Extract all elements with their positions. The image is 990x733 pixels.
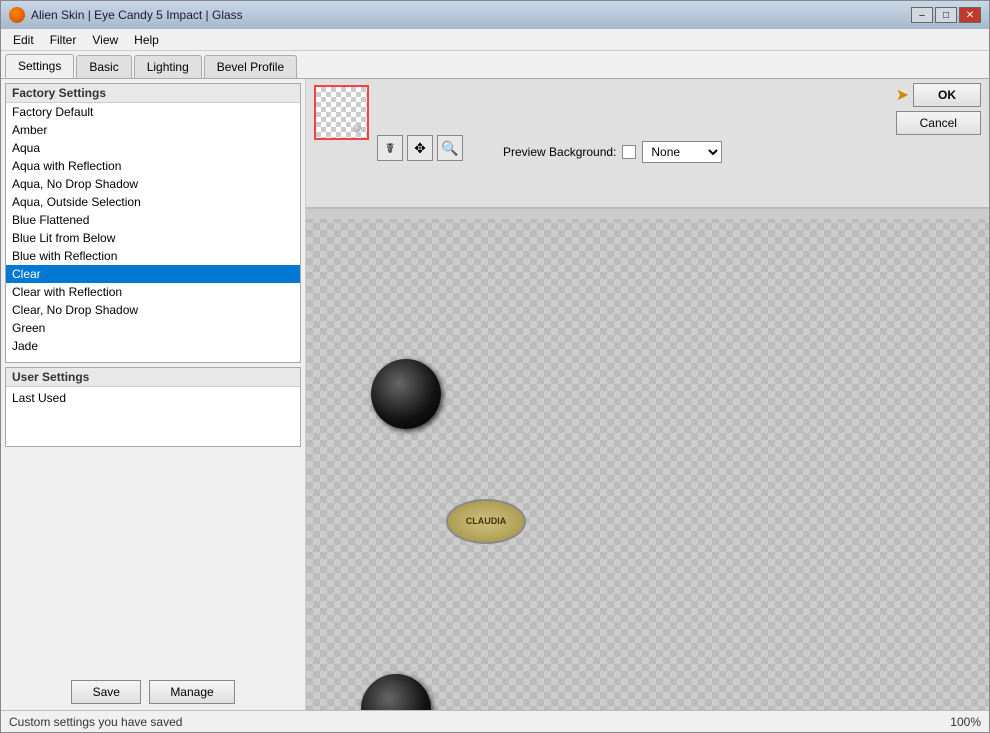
main-window: Alien Skin | Eye Candy 5 Impact | Glass … [0,0,990,733]
preview-bg-label: Preview Background: [503,145,616,159]
glass-ball-2 [361,674,431,710]
app-icon [9,7,25,23]
list-item[interactable]: Amber [6,121,300,139]
bottom-buttons: Save Manage [1,674,305,710]
save-button[interactable]: Save [71,680,141,704]
zoom-level: 100% [950,715,981,729]
list-item[interactable]: Aqua, Outside Selection [6,193,300,211]
list-item-clear-selected[interactable]: Clear [6,265,300,283]
glass-ball-1 [371,359,441,429]
list-item[interactable]: Factory Default [6,103,300,121]
manage-button[interactable]: Manage [149,680,234,704]
ok-cancel-area: ➤ OK Cancel [896,83,981,135]
settings-list-container: Factory Settings Factory Default Amber A… [1,79,305,674]
list-item[interactable]: Opaque Aqua [6,355,300,359]
cancel-button[interactable]: Cancel [896,111,981,135]
factory-settings-group: Factory Settings Factory Default Amber A… [5,83,301,363]
menu-edit[interactable]: Edit [5,31,42,49]
close-button[interactable]: ✕ [959,7,981,23]
preview-strip [306,209,989,219]
title-bar: Alien Skin | Eye Candy 5 Impact | Glass … [1,1,989,29]
maximize-button[interactable]: □ [935,7,957,23]
window-title: Alien Skin | Eye Candy 5 Impact | Glass [31,8,243,22]
list-item[interactable]: Clear, No Drop Shadow [6,301,300,319]
tab-bevel-profile[interactable]: Bevel Profile [204,55,297,78]
tab-settings[interactable]: Settings [5,54,74,78]
tab-basic[interactable]: Basic [76,55,131,78]
factory-group-label: Factory Settings [6,84,300,103]
list-item[interactable]: Aqua, No Drop Shadow [6,175,300,193]
list-item[interactable]: Aqua [6,139,300,157]
status-bar: Custom settings you have saved 100% [1,710,989,732]
claudia-logo: CLAUDIA [446,499,526,544]
bg-dropdown[interactable]: None White Black Custom [642,141,722,163]
list-item-last-used[interactable]: Last Used [6,389,300,407]
left-panel: Factory Settings Factory Default Amber A… [1,79,306,710]
thumbnail-dot [353,124,361,132]
bg-color-swatch[interactable] [622,145,636,159]
move-tool-button[interactable]: ✥ [407,135,433,161]
user-settings-group: User Settings Last Used [5,367,301,447]
preview-area: CLAUDIA [306,209,989,710]
tab-bar: Settings Basic Lighting Bevel Profile [1,51,989,79]
list-item[interactable]: Clear with Reflection [6,283,300,301]
user-group-label: User Settings [6,368,300,387]
list-item[interactable]: Jade [6,337,300,355]
menu-view[interactable]: View [84,31,126,49]
status-text: Custom settings you have saved [9,715,182,729]
factory-settings-list[interactable]: Factory Default Amber Aqua Aqua with Ref… [6,103,300,359]
tab-lighting[interactable]: Lighting [134,55,202,78]
menu-help[interactable]: Help [126,31,167,49]
right-panel: ☤ ✥ 🔍 Preview Background: None White Bla… [306,79,989,710]
list-item[interactable]: Blue Lit from Below [6,229,300,247]
thumbnail-preview [314,85,369,140]
main-content: Factory Settings Factory Default Amber A… [1,79,989,710]
list-item[interactable]: Blue with Reflection [6,247,300,265]
preview-toolbar: ☤ ✥ 🔍 Preview Background: None White Bla… [306,79,989,209]
user-settings-list: Last Used [6,387,300,409]
menu-filter[interactable]: Filter [42,31,85,49]
list-item[interactable]: Green [6,319,300,337]
ok-arrow-icon: ➤ [896,85,909,105]
ok-button[interactable]: OK [913,83,981,107]
zoom-tool-button[interactable]: 🔍 [437,135,463,161]
menubar: Edit Filter View Help [1,29,989,51]
window-controls: – □ ✕ [911,7,981,23]
list-item[interactable]: Aqua with Reflection [6,157,300,175]
hand-tool-button[interactable]: ☤ [377,135,403,161]
title-bar-left: Alien Skin | Eye Candy 5 Impact | Glass [9,7,243,23]
list-item[interactable]: Blue Flattened [6,211,300,229]
minimize-button[interactable]: – [911,7,933,23]
